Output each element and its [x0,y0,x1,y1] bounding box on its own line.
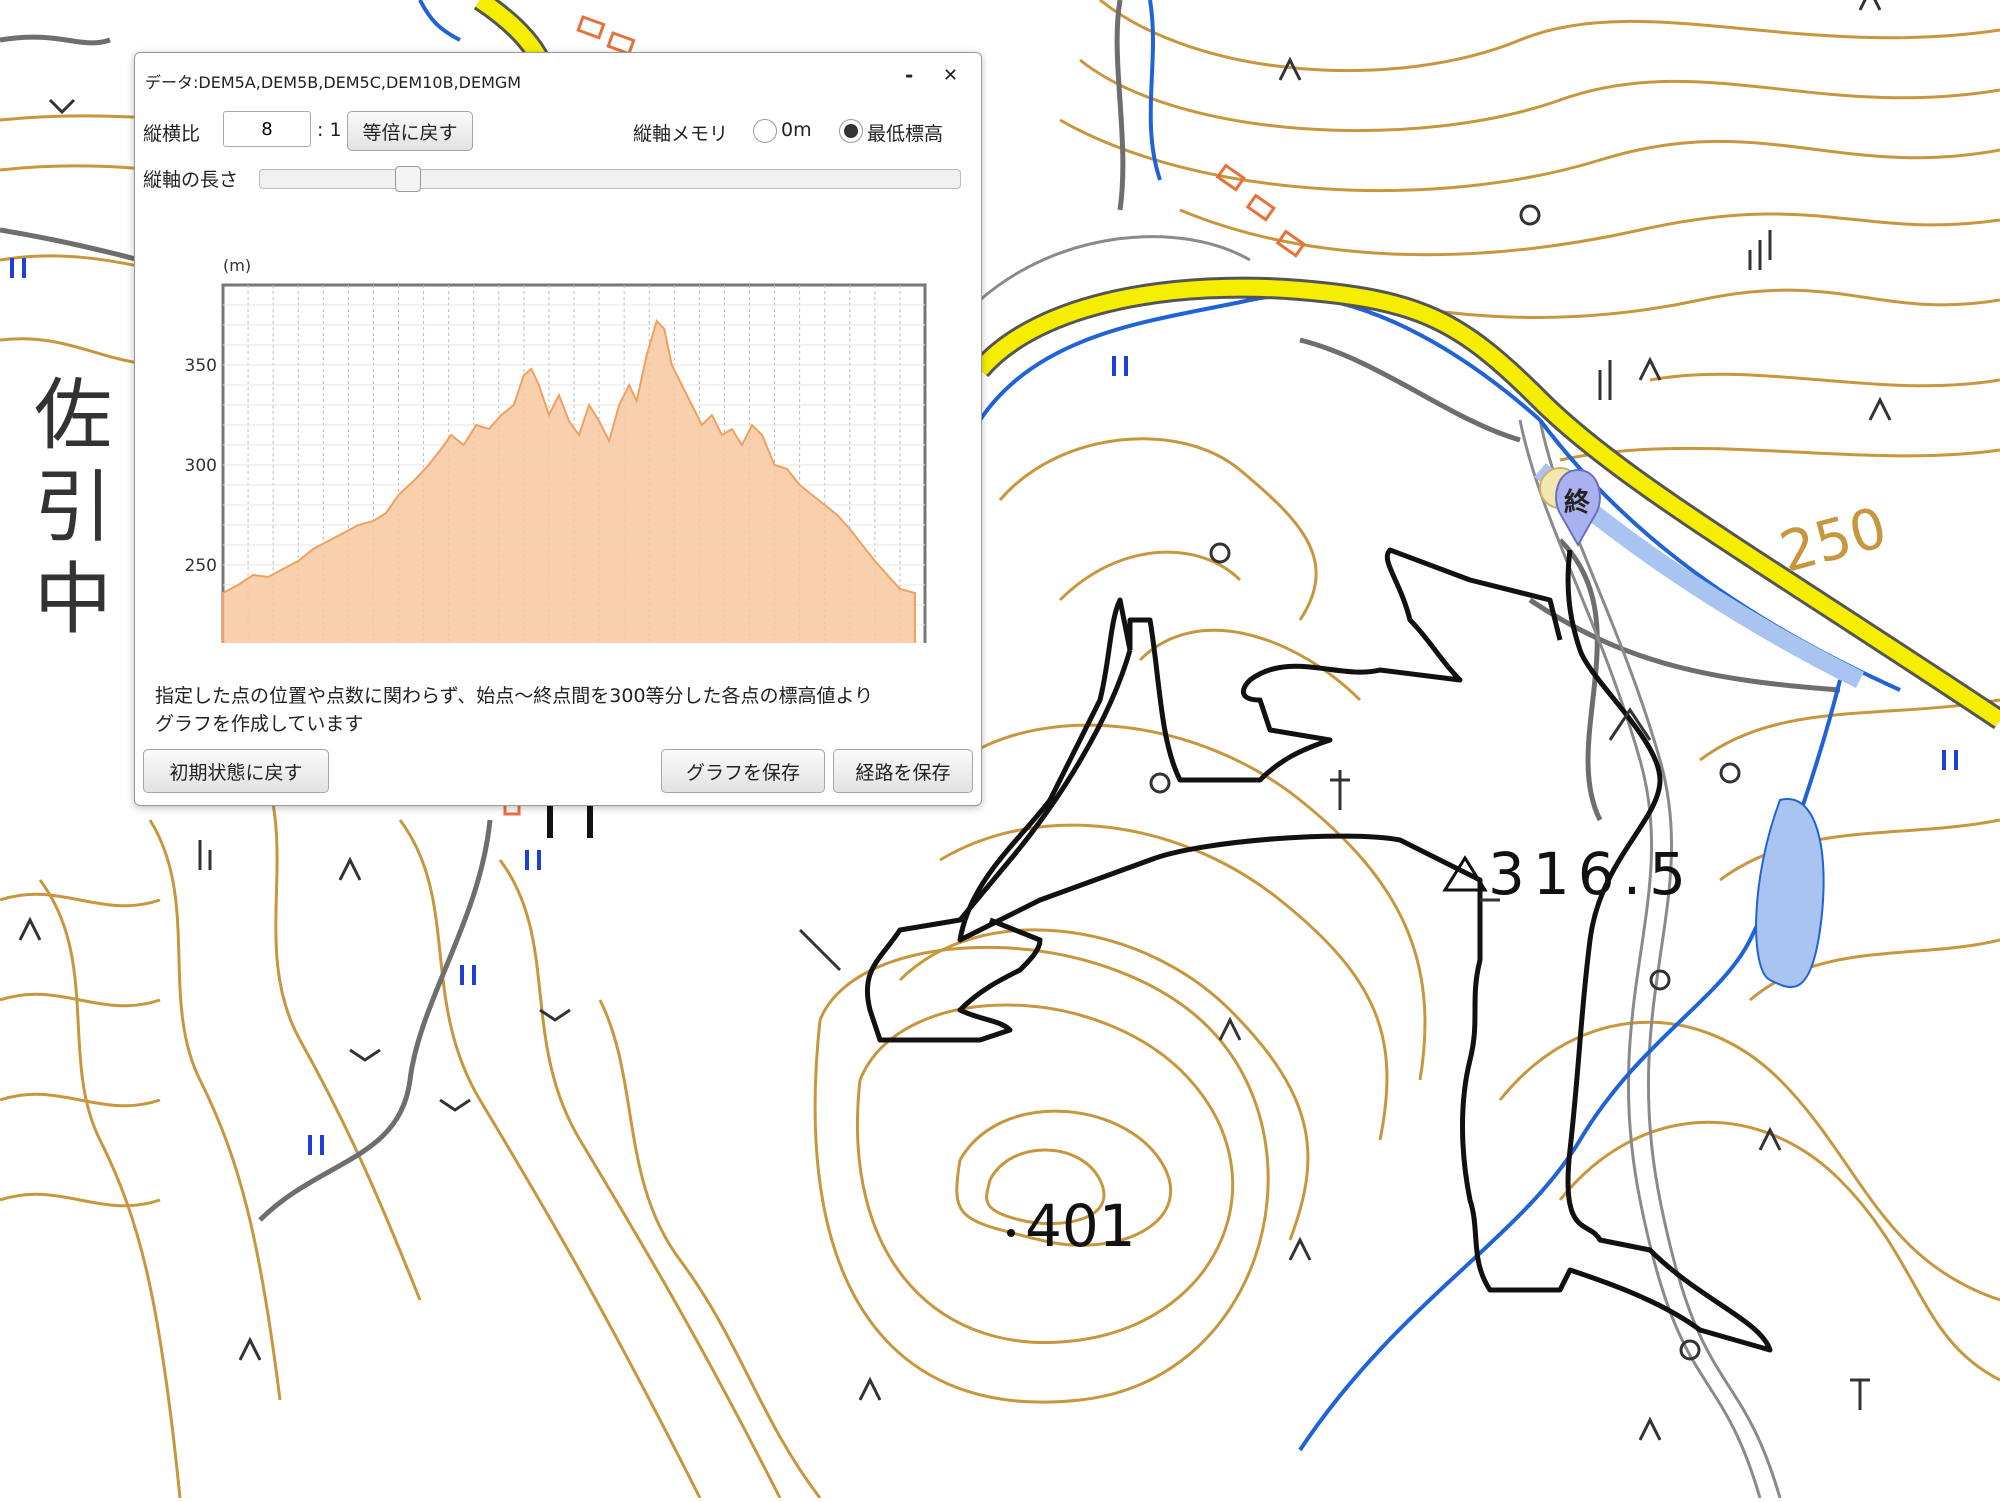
radio-zero-label: 0m [781,119,812,141]
end-marker-label: 終 [1564,488,1591,518]
y-tick-label: 250 [185,556,217,576]
place-label: 佐引中 [34,371,113,645]
elevation-profile-panel: データ:DEM5A,DEM5B,DEM5C,DEM10B,DEMGM - ✕ 縦… [134,52,982,806]
radio-min-label: 最低標高 [867,123,944,145]
y-axis-unit: (m) [223,256,251,275]
ratio-suffix: : 1 [317,119,342,141]
y-tick-label: 350 [185,356,217,376]
reset-ratio-button[interactable]: 等倍に戻す [347,111,473,151]
radio-zero[interactable] [753,119,777,143]
save-route-button[interactable]: 経路を保存 [833,749,973,793]
y-tick-label: 300 [185,456,217,476]
radio-min-elevation[interactable] [839,119,863,143]
ratio-label: 縦横比 [143,123,201,145]
elevation-chart: 0300600900120015001800210024002700200250… [185,256,927,643]
ratio-input[interactable] [223,111,311,147]
axis-length-slider[interactable] [259,166,961,192]
save-graph-button[interactable]: グラフを保存 [661,749,825,793]
spot-height-dot [1007,1229,1015,1237]
close-button[interactable]: ✕ [943,65,958,86]
panel-title: データ:DEM5A,DEM5B,DEM5C,DEM10B,DEMGM [145,73,522,92]
reset-button[interactable]: 初期状態に戻す [143,749,329,793]
axis-length-label: 縦軸の長さ [143,169,239,191]
minimize-button[interactable]: - [905,63,913,87]
spot-height-label: 401 [1025,1192,1136,1260]
axis-memory-label: 縦軸メモリ [633,123,729,145]
note-line-2: グラフを作成しています [155,713,364,735]
slider-thumb[interactable] [395,166,421,192]
note-line-1: 指定した点の位置や点数に関わらず、始点～終点間を300等分した各点の標高値より [155,685,874,707]
summit-elevation-label: 316.5 [1488,840,1695,908]
